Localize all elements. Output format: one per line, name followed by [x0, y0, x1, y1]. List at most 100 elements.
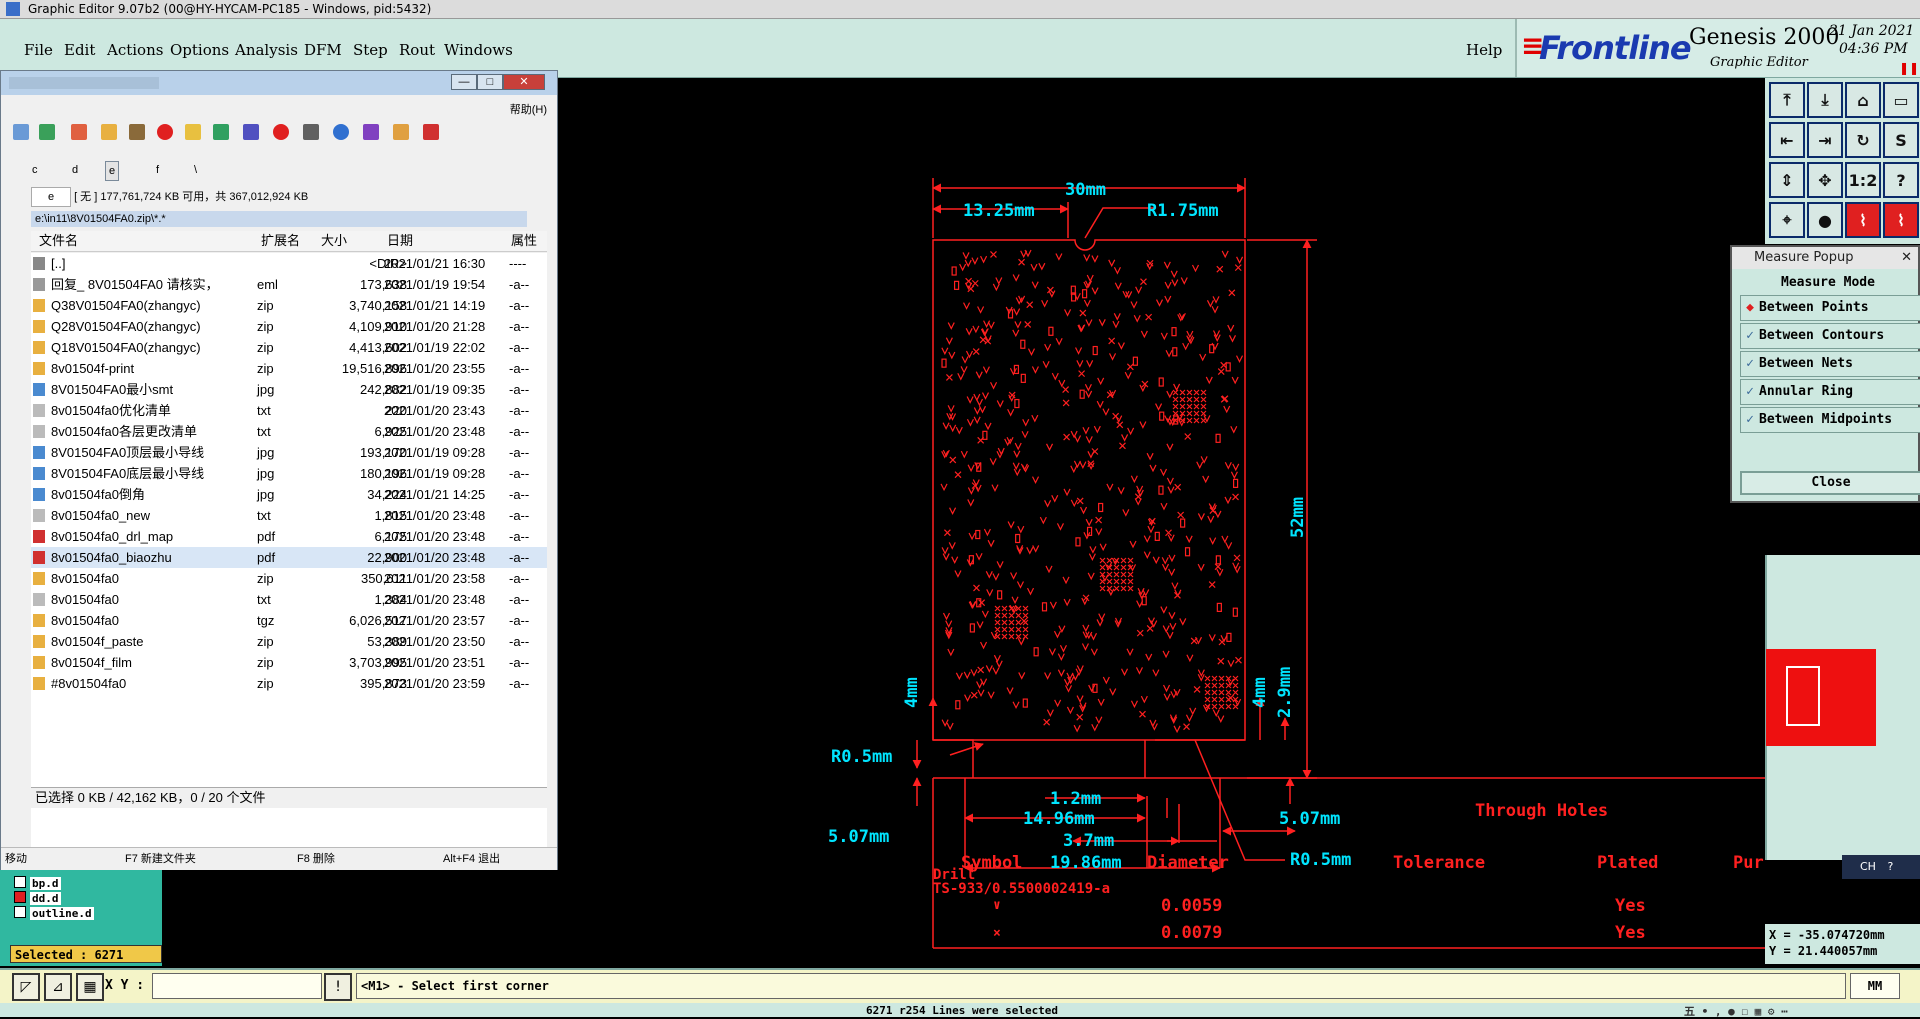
- question-icon[interactable]: ?: [1883, 162, 1919, 198]
- menu-help[interactable]: Help: [1466, 41, 1502, 59]
- layer-checkbox[interactable]: [14, 906, 26, 918]
- menu-dfm[interactable]: DFM: [304, 41, 342, 59]
- file-row[interactable]: 8v01504fa0_new txt 1,815 2021/01/20 23:48 -a…: [31, 505, 547, 526]
- scale-icon[interactable]: 1:2: [1845, 162, 1881, 198]
- file-row[interactable]: 8v01504fa0 tgz 6,026,517 2021/01/20 23:57 -a…: [31, 610, 547, 631]
- overview-viewport[interactable]: [1786, 666, 1820, 726]
- col-attr[interactable]: 属性: [511, 231, 537, 251]
- file-row[interactable]: Q38V01504FA0(zhangyc) zip 3,740,158 2021/01…: [31, 295, 547, 316]
- pdf-icon[interactable]: [423, 124, 439, 140]
- folder-icon[interactable]: [101, 124, 117, 140]
- window-icon[interactable]: ▭: [1883, 82, 1919, 118]
- menu-analysis[interactable]: Analysis: [235, 41, 298, 59]
- layer-item[interactable]: outline.d: [14, 906, 134, 920]
- measure-icon[interactable]: ⌖: [1769, 202, 1805, 238]
- menu-actions[interactable]: Actions: [107, 41, 163, 59]
- pcb-drawing[interactable]: 30mm 13.25mm R1.75mm 52mm 4mm 4mm 2.9mm …: [555, 78, 1765, 966]
- file-row[interactable]: 8V01504FA0最小smt jpg 242,882 2021/01/19 09:3…: [31, 379, 547, 400]
- net-icon[interactable]: ⌇: [1845, 202, 1881, 238]
- drive-c[interactable]: c: [29, 161, 41, 179]
- center-icon[interactable]: ✥: [1807, 162, 1843, 198]
- file-row[interactable]: 8v01504fa0_biaozhu pdf 22,900 2021/01/20 23…: [31, 547, 547, 568]
- block-icon[interactable]: [273, 124, 289, 140]
- layer-checkbox[interactable]: [14, 876, 26, 888]
- shield-icon[interactable]: [243, 124, 259, 140]
- layer-item[interactable]: dd.d: [14, 891, 134, 905]
- overview-board[interactable]: [1766, 649, 1876, 746]
- drive-network[interactable]: \: [191, 161, 200, 179]
- pack-icon[interactable]: [129, 124, 145, 140]
- close-icon[interactable]: ✕: [503, 74, 545, 90]
- select-tool-icon[interactable]: ◸: [12, 973, 40, 1001]
- alert-icon[interactable]: !: [324, 973, 352, 1001]
- col-size[interactable]: 大小: [321, 231, 347, 251]
- file-row[interactable]: 8V01504FA0顶层最小导线 jpg 193,170 2021/01/19 09:…: [31, 442, 547, 463]
- xy-input[interactable]: [152, 973, 322, 999]
- ch-badge[interactable]: CH ?: [1842, 855, 1920, 879]
- file-row[interactable]: 8v01504f-print zip 19,516,896 2021/01/20 23…: [31, 358, 547, 379]
- col-date[interactable]: 日期: [387, 231, 413, 251]
- file-row[interactable]: 8v01504fa0 txt 1,384 2021/01/20 23:48 -a--: [31, 589, 547, 610]
- user-icon[interactable]: [303, 124, 319, 140]
- menu-options[interactable]: Options: [170, 41, 229, 59]
- path-bar[interactable]: e:\in11\8V01504FA0.zip\*.*: [31, 211, 527, 227]
- col-ext[interactable]: 扩展名: [261, 231, 300, 251]
- drive-d[interactable]: d: [69, 161, 81, 179]
- menu-rout[interactable]: Rout: [399, 41, 435, 59]
- help-menu[interactable]: 帮助(H): [510, 101, 547, 117]
- file-row[interactable]: 8v01504fa0各层更改清单 txt 6,925 2021/01/20 23:48…: [31, 421, 547, 442]
- close-icon[interactable]: ✕: [1901, 247, 1912, 269]
- pause-icon[interactable]: ❚❚: [1899, 61, 1919, 75]
- drive-combo[interactable]: e: [31, 187, 71, 207]
- pan-right-icon[interactable]: ⇥: [1807, 122, 1843, 158]
- minimize-icon[interactable]: —: [451, 74, 477, 90]
- file-row[interactable]: 8v01504fa0优化清单 txt 220 2021/01/20 23:43 -a--: [31, 400, 547, 421]
- layer-item[interactable]: bp.d: [14, 876, 134, 890]
- col-name[interactable]: 文件名: [39, 231, 78, 251]
- fit-icon[interactable]: ⇕: [1769, 162, 1805, 198]
- file-row[interactable]: 8v01504f_paste zip 53,389 2021/01/20 23:50-…: [31, 631, 547, 652]
- file-row[interactable]: 回复_ 8V01504FA0 请核实， eml 173,638 2021/01/19 …: [31, 274, 547, 295]
- menu-step[interactable]: Step: [353, 41, 388, 59]
- file-row[interactable]: #8v01504fa0 zip 395,873 2021/01/20 23:59 -a-…: [31, 673, 547, 694]
- fkey-new-folder[interactable]: F7 新建文件夹: [125, 848, 196, 870]
- option-annular-ring[interactable]: ✓ Annular Ring: [1740, 379, 1920, 405]
- option-between-midpoints[interactable]: ✓ Between Midpoints: [1740, 407, 1920, 433]
- snap-icon[interactable]: S: [1883, 122, 1919, 158]
- layer-checkbox[interactable]: [14, 891, 26, 903]
- zoom-down-icon[interactable]: ⤓: [1807, 82, 1843, 118]
- file-row[interactable]: 8v01504fa0倒角 jpg 34,224 2021/01/21 14:25 -a-…: [31, 484, 547, 505]
- fkey-exit[interactable]: Alt+F4 退出: [443, 848, 500, 870]
- hint-icon[interactable]: [185, 124, 201, 140]
- fkey-move[interactable]: 移动: [5, 848, 27, 870]
- option-between-nets[interactable]: ✓ Between Nets: [1740, 351, 1920, 377]
- file-row[interactable]: [..] <DIR> 2021/01/21 16:30 ----: [31, 253, 547, 274]
- menu-windows[interactable]: Windows: [444, 41, 513, 59]
- refresh-icon[interactable]: [13, 124, 29, 140]
- home-icon[interactable]: ⌂: [1845, 82, 1881, 118]
- file-row[interactable]: Q28V01504FA0(zhangyc) zip 4,109,910 2021/01…: [31, 316, 547, 337]
- file-manager-title-bar[interactable]: — □ ✕: [1, 71, 557, 95]
- grid-tool-icon[interactable]: ▦: [76, 973, 104, 1001]
- probe-icon[interactable]: ●: [1807, 202, 1843, 238]
- measure-popup-header[interactable]: Measure Popup ✕: [1732, 247, 1918, 269]
- file-row[interactable]: Q18V01504FA0(zhangyc) zip 4,413,602 2021/01…: [31, 337, 547, 358]
- file-row[interactable]: 8v01504fa0_drl_map pdf 6,175 2021/01/20 23:…: [31, 526, 547, 547]
- drive-e[interactable]: e: [105, 161, 120, 181]
- maximize-icon[interactable]: □: [477, 74, 503, 90]
- option-between-contours[interactable]: ✓ Between Contours: [1740, 323, 1920, 349]
- gem-icon[interactable]: [363, 124, 379, 140]
- option-between-points[interactable]: ◆ Between Points: [1740, 295, 1920, 321]
- command-line[interactable]: [1, 827, 557, 847]
- file-row[interactable]: 8V01504FA0底层最小导线 jpg 180,196 2021/01/19 09:…: [31, 463, 547, 484]
- rotate-icon[interactable]: ↻: [1845, 122, 1881, 158]
- info-icon[interactable]: [333, 124, 349, 140]
- units-display[interactable]: MM: [1850, 973, 1900, 999]
- view-icon[interactable]: [39, 124, 55, 140]
- sync-icon[interactable]: [213, 124, 229, 140]
- drive-f[interactable]: f: [153, 161, 162, 179]
- fkey-delete[interactable]: F8 删除: [297, 848, 335, 870]
- key-icon[interactable]: [393, 124, 409, 140]
- file-row[interactable]: 8v01504f_film zip 3,703,995 2021/01/20 23:5…: [31, 652, 547, 673]
- zoom-home-icon[interactable]: ⤒: [1769, 82, 1805, 118]
